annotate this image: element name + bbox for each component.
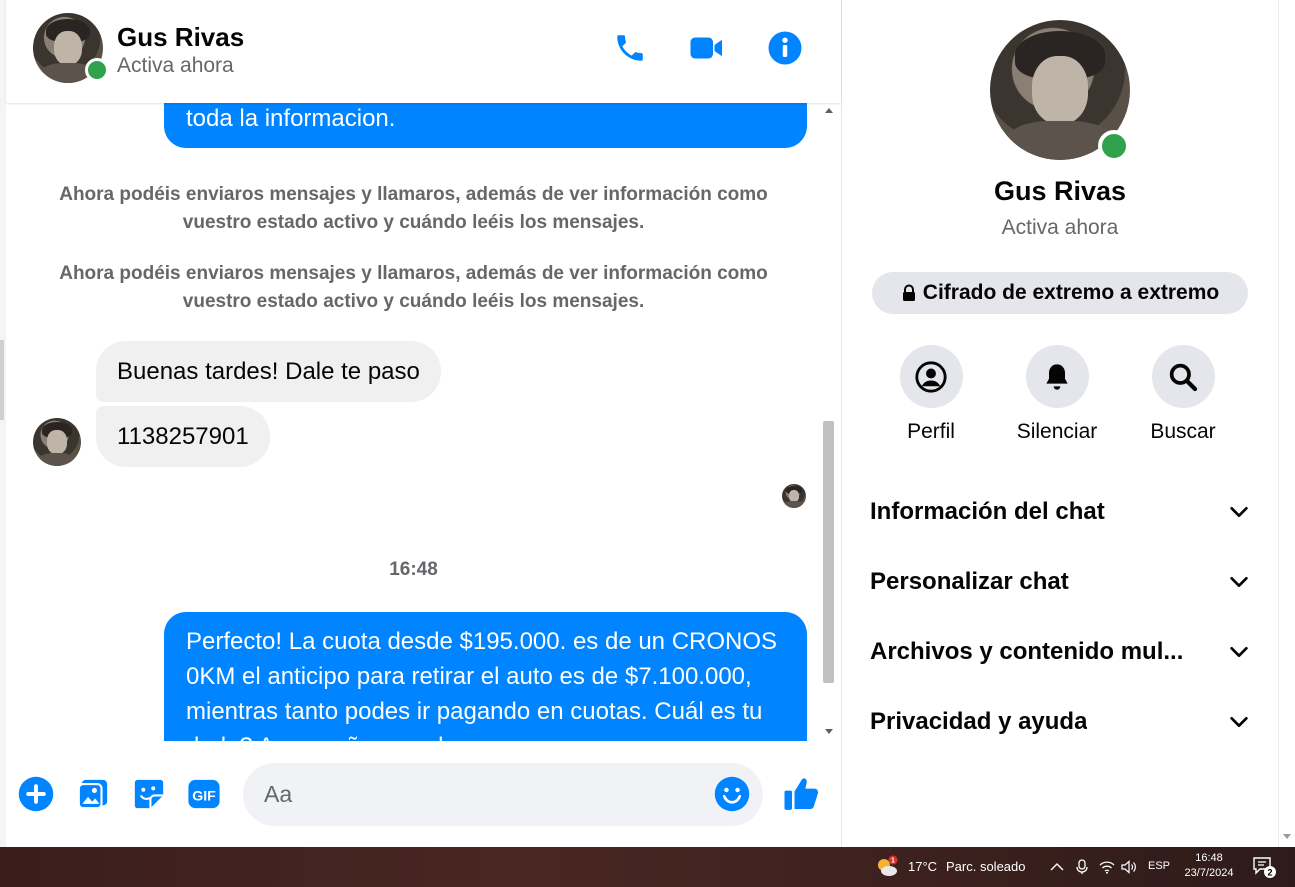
plus-circle-icon[interactable]: [18, 776, 54, 812]
info-scrollbar[interactable]: [1278, 0, 1295, 847]
language-indicator[interactable]: ESP: [1148, 860, 1170, 872]
section-media-files[interactable]: Archivos y contenido mul...: [870, 632, 1250, 672]
clock[interactable]: 16:48 23/7/2024: [1180, 851, 1238, 881]
message-timestamp: 16:48: [389, 559, 438, 580]
chat-panel: Gus Rivas Activa ahora toda la informaci…: [0, 0, 841, 847]
section-label: Personalizar chat: [870, 568, 1069, 595]
gif-icon[interactable]: GIF: [186, 776, 222, 812]
mute-action-label: Silenciar: [1016, 420, 1098, 443]
section-label: Información del chat: [870, 498, 1105, 525]
chevron-down-icon: [1230, 576, 1248, 588]
profile-action[interactable]: Perfil: [876, 345, 986, 444]
user-circle-icon: [915, 360, 947, 393]
scroll-up-arrow-icon[interactable]: [825, 108, 833, 113]
conversation-info-panel: Gus Rivas Activa ahora Cifrado de extrem…: [842, 0, 1278, 847]
weather-icon[interactable]: 1: [874, 854, 900, 880]
section-label: Archivos y contenido mul...: [870, 638, 1184, 665]
svg-text:GIF: GIF: [192, 788, 216, 804]
sender-avatar[interactable]: [33, 418, 81, 466]
wifi-icon[interactable]: [1098, 857, 1116, 877]
encryption-label: Cifrado de extremo a extremo: [922, 281, 1220, 304]
message-composer: GIF: [6, 741, 841, 847]
online-indicator: [85, 58, 109, 82]
contact-name[interactable]: Gus Rivas: [117, 22, 244, 53]
search-action[interactable]: Buscar: [1128, 345, 1238, 444]
section-label: Privacidad y ayuda: [870, 708, 1088, 735]
lock-icon: [902, 284, 915, 301]
outgoing-message[interactable]: Perfecto! La cuota desde $195.000. es de…: [164, 612, 807, 741]
chevron-down-icon: [1230, 506, 1248, 518]
volume-icon[interactable]: [1120, 857, 1138, 877]
mute-action[interactable]: Silenciar: [1002, 345, 1112, 444]
outgoing-message[interactable]: toda la informacion.: [164, 103, 807, 148]
search-action-label: Buscar: [1150, 420, 1216, 443]
search-icon: [1169, 363, 1198, 391]
clock-time: 16:48: [1195, 852, 1223, 864]
left-edge-resize-handle[interactable]: [0, 340, 4, 420]
weather-badge: 1: [891, 858, 895, 865]
windows-taskbar: 1 17°C Parc. soleado ESP 16:48 23/7/2024…: [0, 847, 1295, 887]
section-customize-chat[interactable]: Personalizar chat: [870, 562, 1250, 602]
incoming-message[interactable]: Buenas tardes! Dale te paso: [96, 341, 441, 402]
message-list[interactable]: toda la informacion. Ahora podéis enviar…: [6, 103, 821, 741]
contact-status: Activa ahora: [117, 54, 234, 77]
chevron-down-icon: [1230, 716, 1248, 728]
online-indicator: [1098, 130, 1130, 162]
encryption-badge[interactable]: Cifrado de extremo a extremo: [872, 272, 1248, 314]
weather-description[interactable]: Parc. soleado: [946, 859, 1026, 874]
bell-icon: [1046, 363, 1068, 390]
section-chat-info[interactable]: Información del chat: [870, 492, 1250, 532]
sticker-icon[interactable]: [131, 776, 167, 812]
read-receipt-avatar: [782, 484, 806, 508]
profile-name: Gus Rivas: [993, 176, 1127, 206]
message-scrollbar[interactable]: [821, 103, 838, 741]
message-input[interactable]: [243, 763, 763, 826]
chat-header: Gus Rivas Activa ahora: [6, 0, 841, 103]
emoji-icon[interactable]: [714, 776, 750, 812]
device-icon[interactable]: [1073, 857, 1091, 877]
chevron-down-icon: [1230, 646, 1248, 658]
system-message: Ahora podéis enviaros mensajes y llamaro…: [59, 263, 768, 312]
notification-center-icon[interactable]: 2: [1252, 856, 1278, 880]
image-icon[interactable]: [75, 776, 111, 812]
scroll-down-arrow-icon[interactable]: [1283, 834, 1291, 839]
thumbs-up-icon[interactable]: [782, 774, 822, 814]
info-icon[interactable]: [765, 28, 805, 68]
weather-temperature[interactable]: 17°C: [908, 859, 937, 874]
profile-action-label: Perfil: [907, 420, 955, 443]
notification-count: 2: [1267, 868, 1272, 878]
phone-icon[interactable]: [610, 28, 650, 68]
messenger-window: Gus Rivas Activa ahora toda la informaci…: [0, 0, 1295, 887]
incoming-message[interactable]: 1138257901: [96, 406, 270, 467]
system-message: Ahora podéis enviaros mensajes y llamaro…: [59, 184, 768, 233]
scroll-down-arrow-icon[interactable]: [825, 729, 833, 734]
section-privacy-help[interactable]: Privacidad y ayuda: [870, 702, 1250, 742]
profile-status: Activa ahora: [1001, 216, 1119, 239]
chevron-up-icon[interactable]: [1048, 857, 1066, 877]
clock-date: 23/7/2024: [1184, 867, 1234, 879]
video-camera-icon[interactable]: [687, 28, 727, 68]
scrollbar-thumb[interactable]: [823, 421, 834, 683]
